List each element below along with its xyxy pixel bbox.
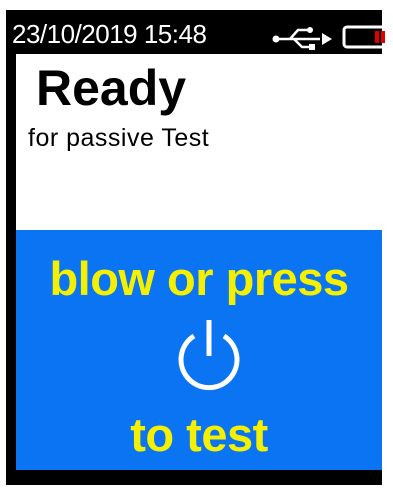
status-bar: 23/10/2019 15:48 — [6, 10, 388, 54]
status-panel: Ready for passive Test — [16, 54, 382, 230]
page-subtitle: for passive Test — [28, 124, 210, 152]
page-title: Ready — [36, 60, 187, 116]
prompt-text-to-test: to test — [130, 408, 268, 461]
status-datetime: 23/10/2019 15:48 — [12, 19, 207, 49]
power-icon[interactable] — [172, 314, 246, 394]
usb-icon — [272, 26, 334, 50]
test-prompt-panel[interactable]: blow or press to test — [16, 230, 382, 470]
prompt-text-blow-or-press: blow or press — [49, 252, 349, 305]
battery-low-icon — [340, 24, 388, 50]
